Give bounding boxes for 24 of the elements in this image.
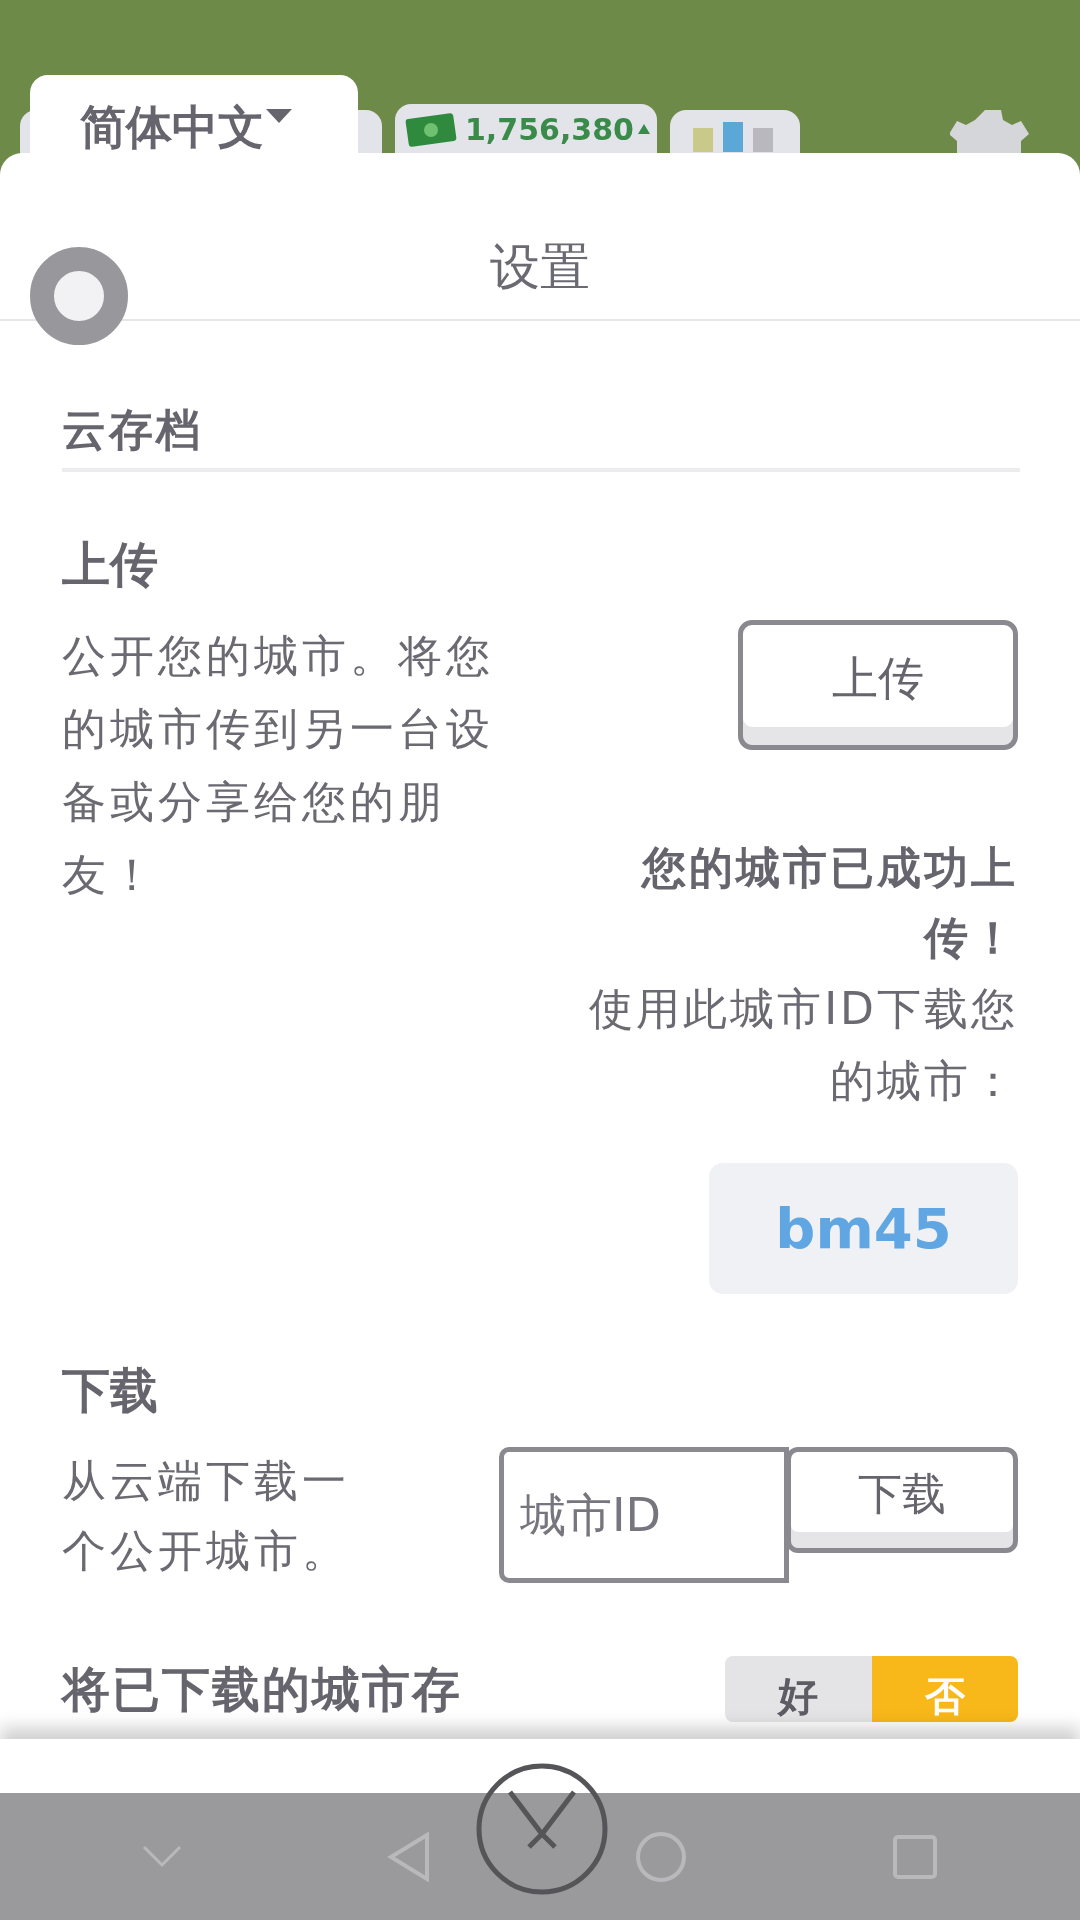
money-amount: 1,756,380 bbox=[465, 111, 634, 149]
home-icon[interactable] bbox=[635, 1830, 688, 1883]
download-button[interactable]: 下载 bbox=[786, 1447, 1018, 1553]
save-option-label: 将已下载的城市存 bbox=[62, 1660, 462, 1718]
upload-description: 公开您的城市。将您的城市传到另一台设备或分享给您的朋友！ bbox=[62, 629, 495, 902]
upload-button[interactable]: 上传 bbox=[738, 620, 1018, 750]
window-title: 设置 bbox=[490, 237, 590, 298]
download-heading: 下载 bbox=[62, 1361, 159, 1420]
caret-icon bbox=[266, 109, 292, 125]
close-icon[interactable] bbox=[475, 1762, 609, 1896]
floating-ring-icon[interactable] bbox=[30, 247, 128, 345]
money-pill[interactable]: 1,756,380 bbox=[395, 104, 657, 153]
city-id-input[interactable]: 城市ID bbox=[499, 1447, 789, 1583]
recents-icon[interactable] bbox=[891, 1833, 938, 1880]
chevron-down-icon[interactable] bbox=[142, 1844, 183, 1869]
stat-pill[interactable] bbox=[670, 110, 800, 153]
back-icon[interactable] bbox=[386, 1831, 431, 1882]
city-id-display: bm45 bbox=[709, 1163, 1018, 1294]
toggle-option[interactable]: 好 bbox=[725, 1656, 872, 1722]
success-message: 您的城市已成功上传！ bbox=[640, 841, 1018, 965]
upload-heading: 上传 bbox=[62, 535, 159, 594]
instruction-text: 使用此城市ID下载您的城市： bbox=[588, 982, 1018, 1108]
download-description: 从云端下载一个公开城市。 bbox=[62, 1454, 351, 1578]
section-heading: 云存档 bbox=[62, 400, 1020, 472]
